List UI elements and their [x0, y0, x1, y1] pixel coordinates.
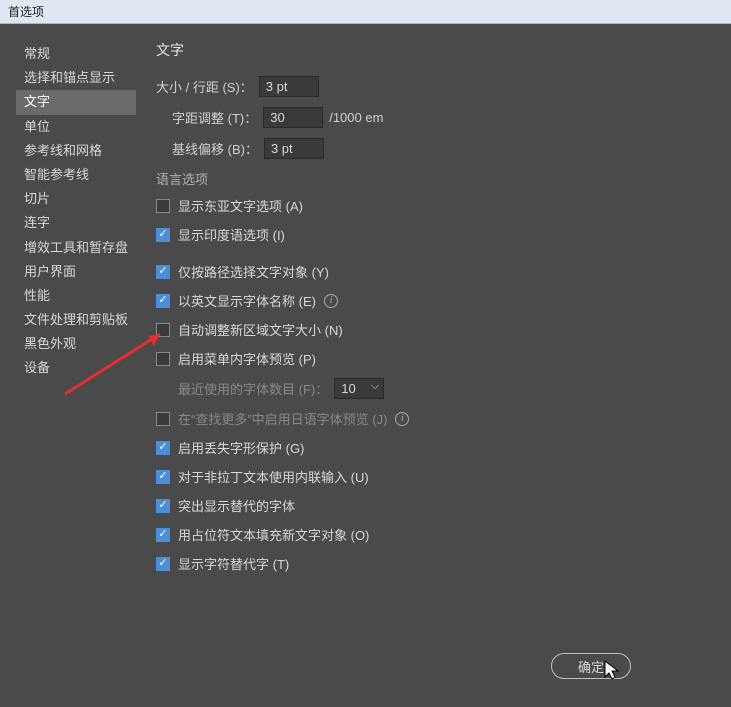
recent-fonts-row: 最近使用的字体数目 (F)： 10 [156, 378, 707, 399]
ok-button[interactable]: 确定 [551, 653, 631, 679]
recent-fonts-dropdown[interactable]: 10 [334, 378, 384, 399]
sidebar-item-ui[interactable]: 用户界面 [16, 260, 136, 284]
sidebar-item-general[interactable]: 常规 [16, 42, 136, 66]
titlebar: 首选项 [0, 0, 731, 24]
info-icon[interactable]: i [395, 412, 409, 426]
info-icon[interactable]: i [324, 294, 338, 308]
content-panel: 文字 大小 / 行距 (S)： 3 pt 字距调整 (T)： 30 /1000 … [136, 40, 715, 691]
checkbox-placeholder[interactable]: 用占位符文本填充新文字对象 (O) [156, 525, 707, 544]
baseline-row: 基线偏移 (B)： 3 pt [156, 138, 707, 159]
checkbox-east-asian[interactable]: 显示东亚文字选项 (A) [156, 196, 707, 215]
checkbox-icon [156, 199, 170, 213]
language-section: 语言选项 显示东亚文字选项 (A) 显示印度语选项 (I) [156, 169, 707, 244]
checkbox-icon [156, 499, 170, 513]
sidebar-item-slices[interactable]: 切片 [16, 187, 136, 211]
window-title: 首选项 [8, 3, 44, 20]
sidebar-item-selection[interactable]: 选择和锚点显示 [16, 66, 136, 90]
sidebar-item-smart-guides[interactable]: 智能参考线 [16, 163, 136, 187]
sidebar-item-performance[interactable]: 性能 [16, 284, 136, 308]
sidebar-item-plugins[interactable]: 增效工具和暂存盘 [16, 236, 136, 260]
checkbox-inline-input[interactable]: 对于非拉丁文本使用内联输入 (U) [156, 467, 707, 486]
checkbox-icon [156, 557, 170, 571]
checkbox-highlight-alt[interactable]: 突出显示替代的字体 [156, 496, 707, 515]
sidebar-item-hyphenation[interactable]: 连字 [16, 211, 136, 235]
checkbox-icon [156, 323, 170, 337]
checkbox-show-alt[interactable]: 显示字符替代字 (T) [156, 554, 707, 573]
checkbox-icon [156, 228, 170, 242]
baseline-label: 基线偏移 (B)： [172, 139, 258, 158]
tracking-suffix: /1000 em [329, 110, 383, 125]
panel-heading: 文字 [156, 40, 707, 60]
dialog-body: 常规 选择和锚点显示 文字 单位 参考线和网格 智能参考线 切片 连字 增效工具… [0, 24, 731, 707]
baseline-input[interactable]: 3 pt [264, 138, 324, 159]
size-row: 大小 / 行距 (S)： 3 pt [156, 76, 707, 97]
sidebar-item-black[interactable]: 黑色外观 [16, 332, 136, 356]
size-input[interactable]: 3 pt [259, 76, 319, 97]
sidebar-item-devices[interactable]: 设备 [16, 356, 136, 380]
checkbox-menu-preview[interactable]: 启用菜单内字体预览 (P) [156, 349, 707, 368]
language-section-label: 语言选项 [156, 169, 707, 188]
preferences-window: 首选项 常规 选择和锚点显示 文字 单位 参考线和网格 智能参考线 切片 连字 … [0, 0, 731, 707]
checkbox-icon [156, 470, 170, 484]
checkbox-auto-size[interactable]: 自动调整新区域文字大小 (N) [156, 320, 707, 339]
checkbox-indic[interactable]: 显示印度语选项 (I) [156, 225, 707, 244]
tracking-input[interactable]: 30 [263, 107, 323, 128]
tracking-label: 字距调整 (T)： [172, 108, 257, 127]
checkbox-english-font[interactable]: 以英文显示字体名称 (E) i [156, 291, 707, 310]
checkbox-icon [156, 294, 170, 308]
checkbox-icon [156, 441, 170, 455]
sidebar-item-units[interactable]: 单位 [16, 115, 136, 139]
checkbox-glyph-protect[interactable]: 启用丢失字形保护 (G) [156, 438, 707, 457]
tracking-row: 字距调整 (T)： 30 /1000 em [156, 107, 707, 128]
checkbox-icon [156, 528, 170, 542]
checkbox-icon [156, 352, 170, 366]
checkbox-jp-preview[interactable]: 在“查找更多”中启用日语字体预览 (J) i [156, 409, 707, 428]
checkbox-icon [156, 412, 170, 426]
options-group: 仅按路径选择文字对象 (Y) 以英文显示字体名称 (E) i 自动调整新区域文字… [156, 262, 707, 573]
sidebar: 常规 选择和锚点显示 文字 单位 参考线和网格 智能参考线 切片 连字 增效工具… [16, 40, 136, 691]
checkbox-icon [156, 265, 170, 279]
sidebar-item-file-handling[interactable]: 文件处理和剪贴板 [16, 308, 136, 332]
recent-label: 最近使用的字体数目 (F)： [178, 379, 328, 398]
size-label: 大小 / 行距 (S)： [156, 77, 253, 96]
sidebar-item-type[interactable]: 文字 [16, 90, 136, 114]
sidebar-item-guides[interactable]: 参考线和网格 [16, 139, 136, 163]
checkbox-path-select[interactable]: 仅按路径选择文字对象 (Y) [156, 262, 707, 281]
